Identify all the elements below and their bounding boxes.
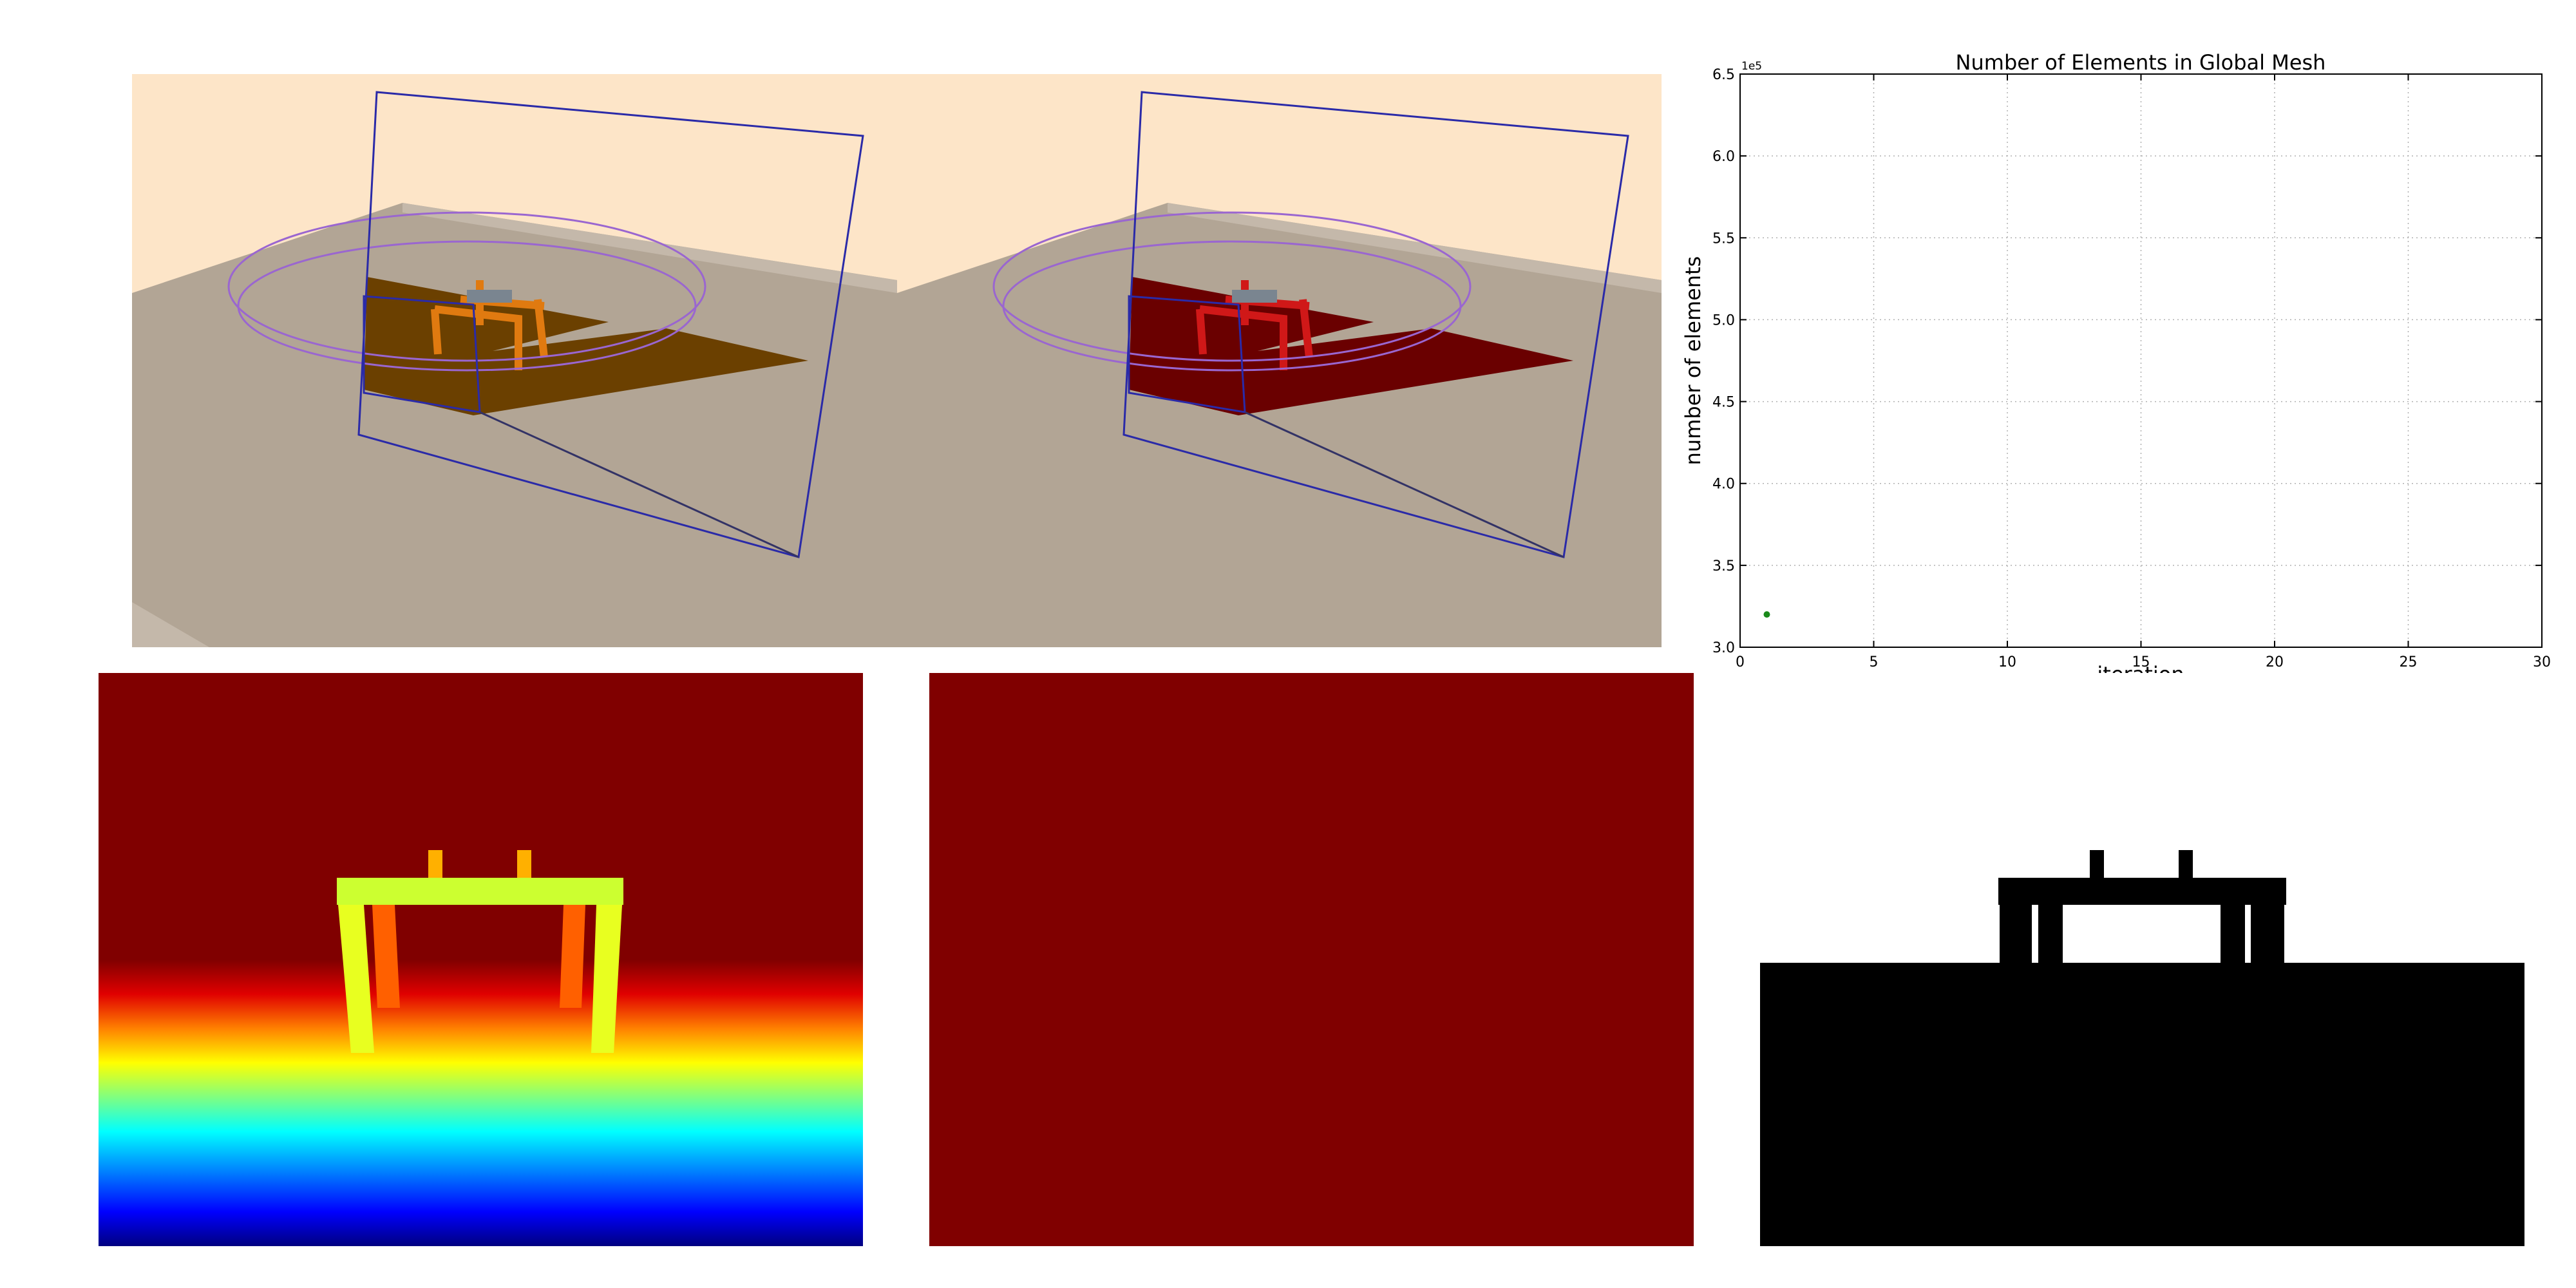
chart-title: Number of Elements in Global Mesh [1956, 50, 2326, 75]
x-tick-label: 10 [1998, 654, 2016, 670]
y-tick-label: 5.0 [1712, 312, 1735, 328]
chart-grid [1739, 73, 2543, 648]
x-tick-label: 5 [1870, 654, 1879, 670]
y-tick-label: 4.0 [1712, 477, 1735, 493]
x-tick-label: 0 [1736, 654, 1745, 670]
y-tick-label: 6.0 [1712, 149, 1735, 165]
y-tick-label: 3.0 [1712, 640, 1735, 656]
y-tick-label: 4.5 [1712, 395, 1735, 411]
depth-gradient [99, 673, 863, 1246]
x-tick-label: 20 [2266, 654, 2284, 670]
chart-marks [1763, 611, 1770, 618]
mask-view [1760, 673, 2524, 1246]
x-tick-label: 25 [2400, 654, 2418, 670]
depth-map-view [99, 673, 863, 1246]
y-tick-label: 3.5 [1712, 558, 1735, 574]
y-tick-label: 5.5 [1712, 231, 1735, 247]
scene-view-left [132, 74, 897, 647]
uniform-map-view [929, 673, 1694, 1246]
object-top-grey [467, 290, 512, 303]
uniform-field [929, 673, 1694, 1246]
x-tick-label: 30 [2533, 654, 2551, 670]
x-tick-label: 15 [2132, 654, 2150, 670]
scene-view-right [897, 74, 1662, 647]
object-top-grey [1232, 290, 1277, 303]
elements-chart: Number of Elements in Global Mesh iterat… [1674, 45, 2576, 696]
y-axis-label: number of elements [1681, 256, 1705, 466]
chart-svg: Number of Elements in Global Mesh iterat… [1681, 50, 2551, 687]
y-tick-label: 6.5 [1712, 67, 1735, 83]
y-multiplier-label: 1e5 [1741, 60, 1762, 73]
data-point [1763, 611, 1770, 618]
